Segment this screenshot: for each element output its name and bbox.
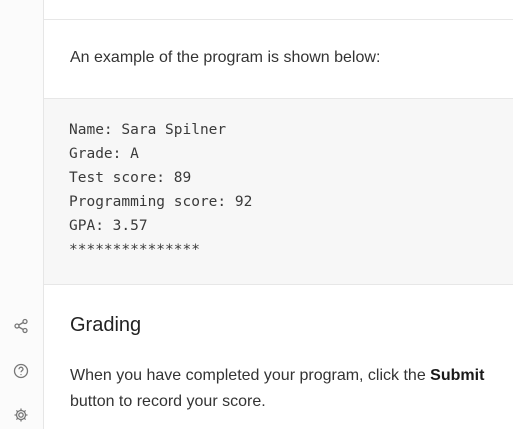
page: An example of the program is shown below…	[0, 0, 513, 429]
previous-section-end	[44, 0, 513, 20]
code-line: Test score: 89	[69, 170, 192, 186]
grading-heading: Grading	[70, 314, 142, 336]
code-line: ***************	[69, 242, 200, 258]
submit-keyword: Submit	[430, 367, 485, 384]
code-line: Grade: A	[69, 146, 139, 162]
intro-text: An example of the program is shown below…	[70, 49, 381, 66]
left-rail	[0, 0, 44, 429]
code-line: GPA: 3.57	[69, 218, 148, 234]
help-icon[interactable]	[12, 362, 30, 380]
grading-instructions: When you have completed your program, cl…	[70, 363, 490, 415]
code-line: Name: Sara Spilner	[69, 122, 227, 138]
share-icon[interactable]	[12, 317, 30, 335]
code-line: Programming score: 92	[69, 194, 253, 210]
grading-text-after: button to record your score.	[70, 393, 266, 410]
code-example: Name: Sara Spilner Grade: A Test score: …	[44, 98, 513, 285]
main-content: An example of the program is shown below…	[44, 0, 513, 429]
grading-text-before: When you have completed your program, cl…	[70, 367, 431, 384]
settings-icon[interactable]	[12, 406, 30, 424]
